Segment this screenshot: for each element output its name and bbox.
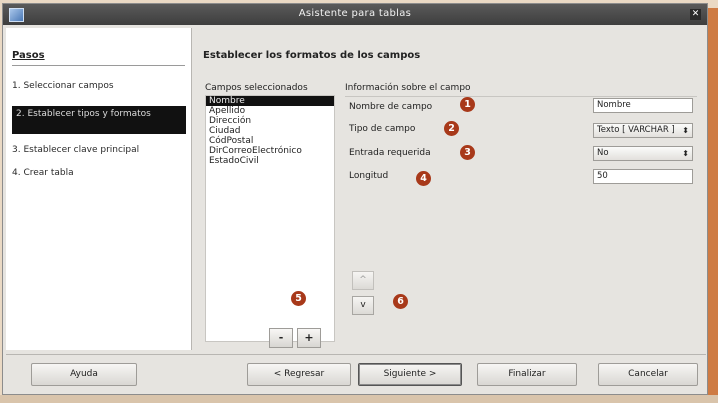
callout-badge: 3 [460,145,475,160]
section-title: Establecer los formatos de los campos [203,50,421,61]
updown-arrows-icon: ⬍ [682,126,689,135]
field-name-input[interactable]: Nombre [593,98,693,113]
close-icon[interactable]: ✕ [690,9,701,20]
help-button[interactable]: Ayuda [31,363,137,386]
back-button[interactable]: < Regresar [247,363,351,386]
move-up-button[interactable]: ^ [352,271,374,290]
divider [345,96,697,97]
list-item[interactable]: CódPostal [206,136,334,146]
field-type-label: Tipo de campo [349,124,416,134]
list-item[interactable]: Apellido [206,106,334,116]
step-select-fields[interactable]: 1. Seleccionar campos [12,81,186,92]
selected-fields-label-text: Campos seleccionados [205,83,308,93]
next-button[interactable]: Siguiente > [358,363,462,386]
required-entry-label: Entrada requerida [349,148,431,158]
field-info-label: Información sobre el campo [345,83,471,93]
callout-badge: 5 [291,291,306,306]
finish-button[interactable]: Finalizar [477,363,577,386]
list-item[interactable]: EstadoCivil [206,156,334,166]
length-input[interactable]: 50 [593,169,693,184]
divider [6,354,706,355]
field-type-select[interactable]: Texto [ VARCHAR ] ⬍ [593,123,693,138]
updown-arrows-icon: ⬍ [682,149,689,158]
step-create-table[interactable]: 4. Crear tabla [12,168,186,179]
divider [12,65,185,66]
cancel-button[interactable]: Cancelar [598,363,698,386]
list-item[interactable]: Nombre [206,96,334,106]
step-set-primary-key[interactable]: 3. Establecer clave principal [12,145,186,156]
step-set-types-formats[interactable]: 2. Establecer tipos y formatos [12,106,186,134]
callout-badge: 2 [444,121,459,136]
required-entry-value: No [597,148,609,158]
callout-badge: 1 [460,97,475,112]
window-title: Asistente para tablas [298,8,412,19]
steps-title: Pasos [12,50,45,61]
decorative-shadow [0,395,718,403]
list-item[interactable]: Dirección [206,116,334,126]
decorative-shadow [708,8,718,403]
selected-fields-list[interactable]: Nombre Apellido Dirección Ciudad CódPost… [205,95,335,342]
field-type-value: Texto [ VARCHAR ] [597,125,675,135]
add-field-button[interactable]: + [297,328,321,348]
callout-badge: 4 [416,171,431,186]
callout-badge: 6 [393,294,408,309]
length-label: Longitud [349,171,389,181]
title-bar[interactable]: Asistente para tablas ✕ [3,4,707,25]
move-down-button[interactable]: v [352,296,374,315]
list-item[interactable]: DirCorreoElectrónico [206,146,334,156]
selected-fields-label: Campos seleccionados [205,83,308,93]
screenshot-stage: Asistente para tablas ✕ Pasos 1. Selecci… [0,0,718,403]
table-wizard-dialog: Asistente para tablas ✕ Pasos 1. Selecci… [2,3,708,395]
list-item[interactable]: Ciudad [206,126,334,136]
field-name-label: Nombre de campo [349,102,433,112]
main-panel: Establecer los formatos de los campos Ca… [193,28,707,350]
steps-panel: Pasos 1. Seleccionar campos 2. Establece… [6,28,192,350]
remove-field-button[interactable]: - [269,328,293,348]
required-entry-select[interactable]: No ⬍ [593,146,693,161]
